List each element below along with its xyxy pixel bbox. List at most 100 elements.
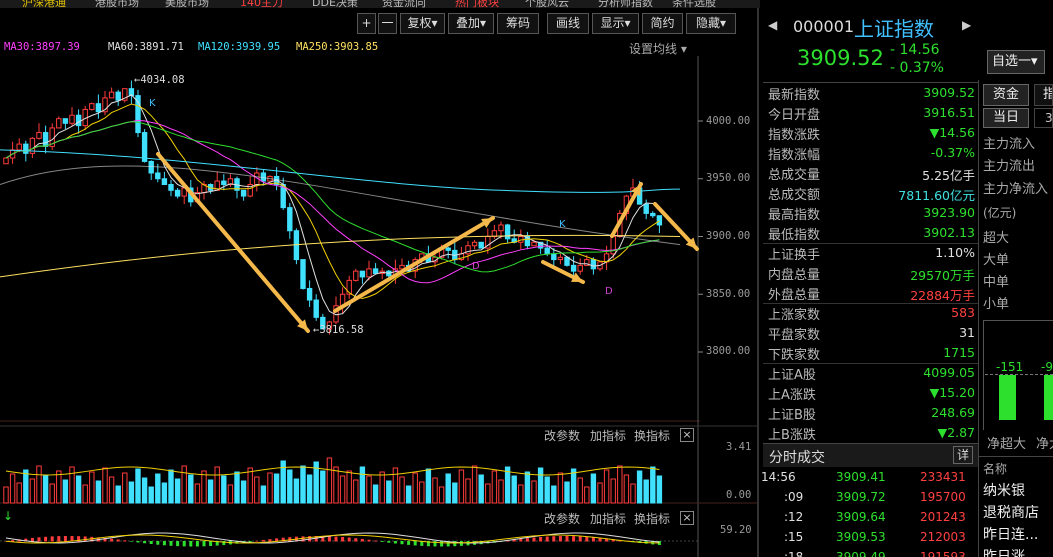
top-menu-item[interactable]: DDE决策 (312, 0, 358, 8)
tick-price: 3909.72 (836, 490, 886, 504)
top-menu-item[interactable]: 热门板块 (455, 0, 499, 8)
volume-bar (379, 471, 385, 504)
net-flow-l-bar (1044, 375, 1053, 420)
top-menu-item[interactable]: 美股市场 (165, 0, 209, 8)
tab-funds[interactable]: 资金 (983, 84, 1029, 106)
candlestick-chart[interactable] (0, 56, 757, 557)
overlay-button[interactable]: 叠加▾ (448, 13, 494, 34)
simple-button[interactable]: 简约 (642, 13, 683, 34)
tab-indicator-partial[interactable]: 指 (1034, 84, 1053, 106)
volume-bar (570, 468, 577, 504)
macd-bar (519, 538, 523, 542)
quote-row-value: ▼14.56 (929, 125, 975, 140)
quote-row-value: 4099.05 (923, 365, 975, 380)
macd-bar (334, 536, 338, 542)
volume-bar (89, 471, 95, 504)
volume-bar (630, 483, 636, 504)
tick-price: 3909.53 (836, 530, 886, 544)
volume-bar (643, 479, 649, 504)
quote-row-label: 上B涨跌 (768, 428, 816, 443)
fuquan-button[interactable]: 复权▾ (400, 13, 445, 34)
top-menu-item[interactable]: 港股市场 (95, 0, 139, 8)
tick-time: :18 (784, 550, 804, 557)
macd-bar (149, 541, 153, 545)
hide-button[interactable]: 隐藏▾ (686, 13, 736, 34)
self-select-dropdown[interactable]: 自选一▾ (987, 50, 1045, 74)
quote-row-value: 583 (951, 305, 975, 320)
zoom-out-button[interactable]: 一 (378, 13, 397, 34)
volume-bar (207, 479, 214, 504)
candle-body (353, 270, 359, 281)
volume-bar (141, 477, 148, 504)
volume-bar (16, 482, 22, 504)
hot-divider (979, 456, 1053, 457)
net-xl-label: 净超大 (987, 437, 1027, 452)
volume-bar (339, 475, 346, 504)
tab-days-partial[interactable]: 3 (1034, 108, 1053, 128)
volume-bar (62, 479, 69, 504)
stock-name: 上证指数 (854, 17, 934, 41)
quote-row-value: 3923.90 (923, 205, 975, 220)
sub2-change-params[interactable]: 改参数 (544, 510, 580, 527)
chips-button[interactable]: 筹码 (497, 13, 539, 34)
ma-settings-link[interactable]: 设置均线 ▾ (629, 40, 687, 57)
top-menu-item[interactable]: 资金流向 (382, 0, 426, 8)
top-menu-item[interactable]: 个股风云 (525, 0, 569, 8)
tab-today[interactable]: 当日 (983, 108, 1029, 128)
candle-body (656, 215, 663, 226)
next-stock-icon[interactable]: ▶ (962, 18, 971, 32)
macd-bar (380, 541, 384, 542)
volume-bar (174, 478, 181, 504)
volume-bar (478, 474, 484, 504)
sub1-change-params[interactable]: 改参数 (544, 427, 580, 444)
macd-bar (176, 541, 180, 547)
top-menu-item[interactable]: 沪深港通 (22, 0, 66, 8)
volume-bar (504, 466, 511, 504)
hot-item-4[interactable]: 昨日涨 (983, 546, 1025, 557)
top-menu-item[interactable]: 条件选股 (672, 0, 716, 8)
macd-bar (195, 541, 199, 547)
macd-bar (525, 538, 529, 542)
volume-bar (452, 482, 458, 504)
hot-item-1[interactable]: 纳米银 (983, 480, 1025, 500)
sub2-switch-indicator[interactable]: 换指标 (634, 510, 670, 527)
sub1-close-icon[interactable]: × (680, 428, 694, 442)
size-l-label: 大单 (983, 253, 1010, 268)
macd-bar (374, 540, 378, 542)
hot-item-2[interactable]: 退税商店 (983, 502, 1039, 522)
volume-bar (161, 482, 168, 504)
volume-bar (551, 485, 557, 504)
sub1-add-indicator[interactable]: 加指标 (590, 427, 626, 444)
display-button[interactable]: 显示▾ (592, 13, 639, 34)
volume-bar (23, 469, 29, 504)
macd-bar (367, 539, 371, 542)
volume-bar (359, 466, 366, 504)
candle-body (300, 259, 306, 289)
hot-item-3[interactable]: 昨日连... (983, 524, 1038, 544)
quote-row-label: 上证A股 (768, 368, 816, 383)
quote-row-value: 7811.60亿元 (898, 188, 975, 203)
tick-volume: 212003 (920, 530, 966, 544)
quote-row-value: 22884万手 (910, 288, 975, 303)
volume-bar (564, 481, 570, 504)
top-menu-item[interactable]: 140主力 (240, 0, 283, 8)
zoom-in-button[interactable]: + (357, 13, 376, 34)
quote-row-value: 31 (959, 325, 975, 340)
ticks-detail-button[interactable]: 详 (953, 446, 973, 464)
sub2-add-indicator[interactable]: 加指标 (590, 510, 626, 527)
prev-stock-icon[interactable]: ◀ (768, 18, 777, 32)
sub2-close-icon[interactable]: × (680, 511, 694, 525)
overlay-label: 叠加 (455, 16, 480, 30)
top-menu-item[interactable]: 分析师指数 (598, 0, 653, 8)
net-flow-xl-value: -151 (996, 360, 1024, 374)
volume-bar (155, 473, 161, 504)
d-marker-2: D (605, 286, 613, 297)
sub1-switch-indicator[interactable]: 换指标 (634, 427, 670, 444)
candle-body (313, 299, 319, 318)
volume-bar (419, 481, 425, 504)
macd-bar (30, 537, 34, 542)
quote-row-label: 上涨家数 (768, 308, 821, 323)
volume-bar (168, 469, 174, 504)
draw-line-button[interactable]: 画线 (547, 13, 589, 34)
macd-bar (327, 536, 331, 542)
